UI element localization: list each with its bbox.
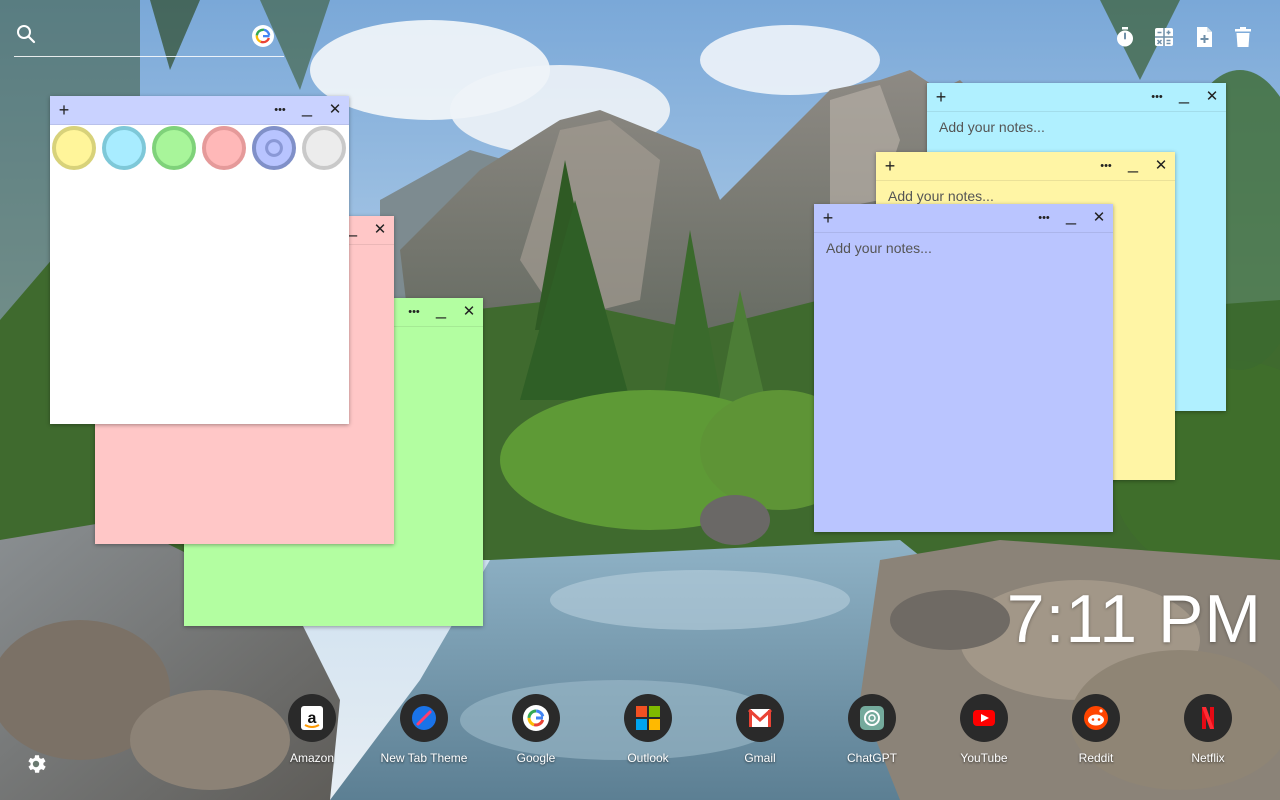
more-options-button[interactable]: ••• bbox=[1096, 156, 1116, 176]
reddit-icon bbox=[1072, 694, 1120, 742]
google-search-engine-icon[interactable] bbox=[252, 25, 274, 47]
dock-item-netflix[interactable]: Netflix bbox=[1158, 694, 1258, 765]
note-toolbar: + ••• _ ✕ bbox=[876, 152, 1175, 181]
close-button[interactable]: ✕ bbox=[459, 302, 479, 322]
dock-item-outlook[interactable]: Outlook bbox=[598, 694, 698, 765]
dock-label: YouTube bbox=[960, 751, 1008, 765]
sticky-note-white: + ••• _ ✕ bbox=[50, 96, 349, 424]
new-tab-theme-icon bbox=[400, 694, 448, 742]
color-swatch-green[interactable] bbox=[152, 126, 196, 170]
close-button[interactable]: ✕ bbox=[370, 220, 390, 240]
svg-text:a: a bbox=[308, 710, 317, 727]
timer-icon[interactable] bbox=[1114, 26, 1136, 48]
sticky-note-blue: + ••• _ ✕ bbox=[814, 204, 1113, 532]
dock-item-google[interactable]: Google bbox=[486, 694, 586, 765]
add-note-button[interactable]: + bbox=[818, 208, 838, 228]
calculator-icon[interactable] bbox=[1153, 26, 1175, 48]
dock-label: Amazon bbox=[289, 751, 335, 765]
google-icon bbox=[512, 694, 560, 742]
gmail-icon bbox=[736, 694, 784, 742]
close-button[interactable]: ✕ bbox=[1202, 87, 1222, 107]
note-toolbar: + ••• _ ✕ bbox=[927, 83, 1226, 112]
dock-label: ChatGPT bbox=[846, 751, 897, 765]
add-note-button[interactable]: + bbox=[931, 87, 951, 107]
note-textarea[interactable] bbox=[824, 238, 1103, 522]
dock-label: Netflix bbox=[1191, 751, 1225, 765]
new-note-icon[interactable] bbox=[1193, 26, 1215, 48]
dock-item-gmail[interactable]: Gmail bbox=[710, 694, 810, 765]
minimize-button[interactable]: _ bbox=[1174, 85, 1194, 107]
chatgpt-icon bbox=[848, 694, 896, 742]
dock-item-new-tab-theme[interactable]: New Tab Theme bbox=[374, 694, 474, 765]
dock-item-chatgpt[interactable]: ChatGPT bbox=[822, 694, 922, 765]
note-toolbar: + ••• _ ✕ bbox=[50, 96, 349, 125]
trash-icon[interactable] bbox=[1232, 26, 1254, 48]
dock-label: New Tab Theme bbox=[380, 751, 468, 765]
clock: 7:11 PM bbox=[1006, 581, 1262, 657]
add-note-button[interactable]: + bbox=[54, 100, 74, 120]
color-swatch-gray[interactable] bbox=[302, 126, 346, 170]
dock-label: Outlook bbox=[627, 751, 669, 765]
more-options-button[interactable]: ••• bbox=[270, 100, 290, 120]
more-options-button[interactable]: ••• bbox=[404, 302, 424, 322]
outlook-icon bbox=[624, 694, 672, 742]
color-swatch-pink[interactable] bbox=[202, 126, 246, 170]
dock-item-reddit[interactable]: Reddit bbox=[1046, 694, 1146, 765]
minimize-button[interactable]: _ bbox=[1061, 206, 1081, 228]
dock-label: Reddit bbox=[1078, 751, 1114, 765]
close-button[interactable]: ✕ bbox=[1089, 208, 1109, 228]
minimize-button[interactable]: _ bbox=[297, 98, 317, 120]
settings-gear-icon[interactable] bbox=[24, 752, 48, 776]
netflix-icon bbox=[1184, 694, 1232, 742]
note-toolbar: + ••• _ ✕ bbox=[814, 204, 1113, 233]
more-options-button[interactable]: ••• bbox=[1147, 87, 1167, 107]
color-swatch-cyan[interactable] bbox=[102, 126, 146, 170]
dock-label: Gmail bbox=[744, 751, 776, 765]
close-button[interactable]: ✕ bbox=[325, 100, 345, 120]
dock-item-amazon[interactable]: a Amazon bbox=[262, 694, 362, 765]
search-bar bbox=[14, 22, 284, 57]
dock-item-youtube[interactable]: YouTube bbox=[934, 694, 1034, 765]
color-swatch-yellow[interactable] bbox=[52, 126, 96, 170]
minimize-button[interactable]: _ bbox=[1123, 154, 1143, 176]
close-button[interactable]: ✕ bbox=[1151, 156, 1171, 176]
add-note-button[interactable]: + bbox=[880, 156, 900, 176]
dock-label: Google bbox=[516, 751, 556, 765]
search-icon[interactable] bbox=[16, 24, 36, 44]
search-input[interactable] bbox=[44, 24, 248, 50]
amazon-icon: a bbox=[288, 694, 336, 742]
minimize-button[interactable]: _ bbox=[431, 300, 451, 322]
more-options-button[interactable]: ••• bbox=[1034, 208, 1054, 228]
color-swatch-blue[interactable] bbox=[252, 126, 296, 170]
youtube-icon bbox=[960, 694, 1008, 742]
